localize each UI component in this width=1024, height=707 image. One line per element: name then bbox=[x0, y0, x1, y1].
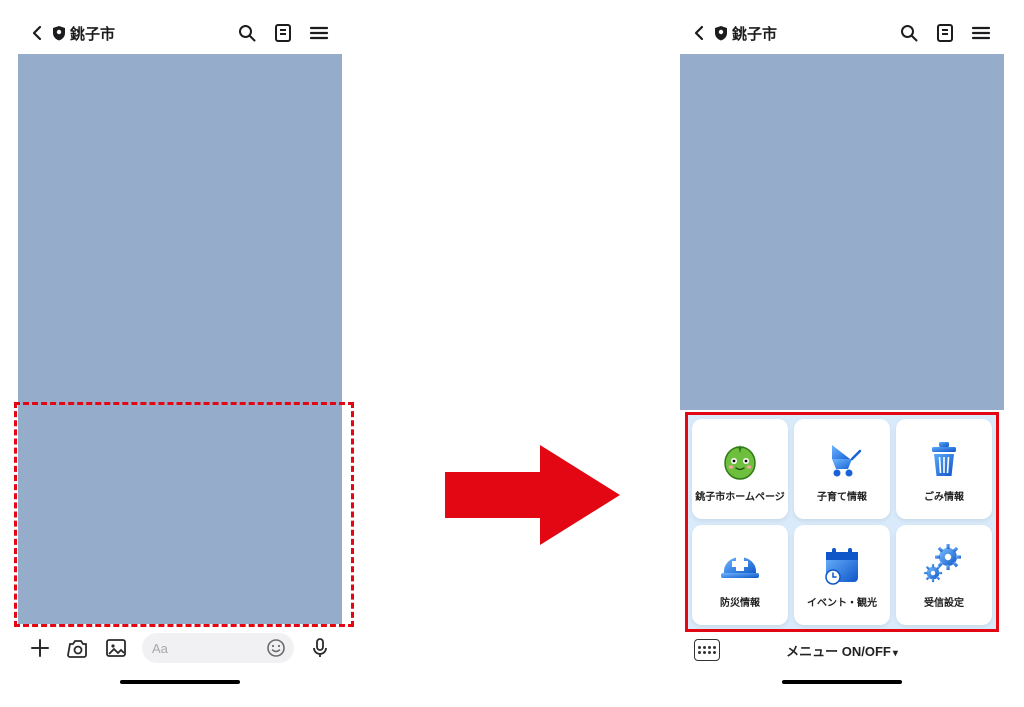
menu-tile-settings[interactable]: 受信設定 bbox=[896, 525, 992, 625]
phone-left-dashed-wrap: 銚子市 Aa bbox=[14, 12, 354, 692]
menu-icon[interactable] bbox=[306, 20, 332, 46]
plus-icon[interactable] bbox=[28, 636, 52, 660]
helmet-icon bbox=[716, 542, 764, 588]
shield-icon bbox=[52, 25, 66, 41]
note-icon[interactable] bbox=[932, 20, 958, 46]
chat-title: 銚子市 bbox=[732, 23, 777, 44]
shield-icon bbox=[714, 25, 728, 41]
menu-tile-label: 防災情報 bbox=[720, 594, 760, 609]
search-icon[interactable] bbox=[234, 20, 260, 46]
trash-icon bbox=[924, 436, 964, 482]
menu-tile-label: 子育て情報 bbox=[817, 488, 867, 503]
chat-footer: Aa bbox=[18, 624, 342, 672]
chat-body-right bbox=[680, 54, 1004, 410]
calendar-icon bbox=[820, 542, 864, 588]
emoji-icon[interactable] bbox=[266, 638, 286, 658]
home-indicator bbox=[120, 680, 240, 684]
menu-tile-homepage[interactable]: 銚子市ホームページ bbox=[692, 419, 788, 519]
chat-header: 銚子市 bbox=[680, 12, 1004, 54]
chat-header: 銚子市 bbox=[18, 12, 342, 54]
mascot-icon bbox=[718, 436, 762, 482]
menu-tile-label: 銚子市ホームページ bbox=[695, 488, 785, 503]
home-indicator bbox=[782, 680, 902, 684]
note-icon[interactable] bbox=[270, 20, 296, 46]
menu-tile-label: イベント・観光 bbox=[807, 594, 877, 609]
menu-tile-garbage[interactable]: ごみ情報 bbox=[896, 419, 992, 519]
phone-right: 銚子市 bbox=[680, 12, 1004, 692]
menu-tile-disaster[interactable]: 防災情報 bbox=[692, 525, 788, 625]
camera-icon[interactable] bbox=[66, 636, 90, 660]
chat-title: 銚子市 bbox=[70, 23, 115, 44]
chat-body-left bbox=[18, 54, 342, 624]
keyboard-icon[interactable] bbox=[694, 639, 720, 661]
rich-menu: 銚子市ホームページ 子育て情報 bbox=[685, 412, 999, 632]
chat-input[interactable]: Aa bbox=[142, 633, 294, 663]
chevron-down-icon: ▾ bbox=[893, 648, 898, 659]
back-icon[interactable] bbox=[690, 24, 708, 42]
image-icon[interactable] bbox=[104, 636, 128, 660]
back-icon[interactable] bbox=[28, 24, 46, 42]
menu-footer: メニュー ON/OFF▾ bbox=[680, 630, 1004, 670]
menu-icon[interactable] bbox=[968, 20, 994, 46]
arrow-icon bbox=[445, 440, 620, 550]
menu-tile-childcare[interactable]: 子育て情報 bbox=[794, 419, 890, 519]
menu-tile-label: ごみ情報 bbox=[924, 488, 964, 503]
menu-tile-events[interactable]: イベント・観光 bbox=[794, 525, 890, 625]
menu-toggle-label: メニュー ON/OFF bbox=[786, 644, 891, 659]
mic-icon[interactable] bbox=[308, 636, 332, 660]
stroller-icon bbox=[820, 436, 864, 482]
chat-input-placeholder: Aa bbox=[152, 641, 168, 656]
search-icon[interactable] bbox=[896, 20, 922, 46]
menu-toggle-button[interactable]: メニュー ON/OFF▾ bbox=[720, 641, 964, 660]
gears-icon bbox=[920, 542, 968, 588]
phone-left: 銚子市 Aa bbox=[18, 12, 342, 692]
menu-tile-label: 受信設定 bbox=[924, 594, 964, 609]
